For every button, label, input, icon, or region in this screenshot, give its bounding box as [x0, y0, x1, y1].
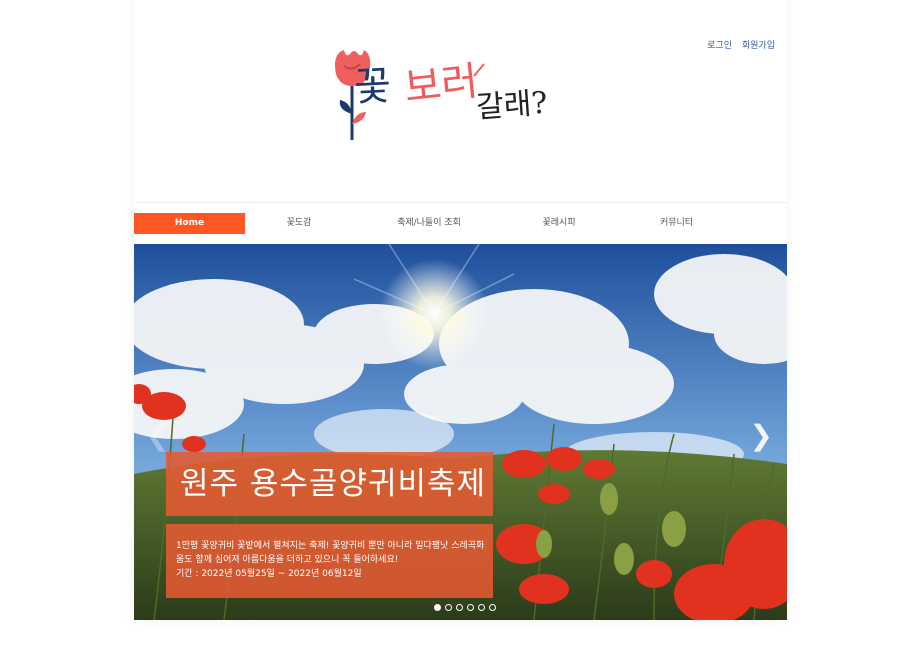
carousel-dot[interactable]: [434, 604, 441, 611]
hero-carousel: ❮ ❯ 원주 용수골양귀비축제 1만평 꽃양귀비 꽃밭에서 펼쳐지는 축제! 꽃…: [134, 244, 787, 620]
carousel-dot[interactable]: [456, 604, 463, 611]
nav-festival-search[interactable]: 축제/나들이 조회: [379, 213, 479, 234]
site-logo[interactable]: 꽃 보러 갈래?: [324, 44, 574, 154]
next-slide-button[interactable]: ❯: [750, 419, 773, 452]
carousel-dot[interactable]: [478, 604, 485, 611]
logo-text-flower: 꽃: [353, 63, 393, 111]
carousel-indicators: [434, 604, 496, 614]
prev-slide-button[interactable]: ❮: [146, 419, 169, 452]
carousel-dot[interactable]: [467, 604, 474, 611]
site-header: 로그인 회원가입 꽃 보러 갈래?: [134, 0, 787, 202]
nav-flower-recipe[interactable]: 꽃레시피: [524, 213, 594, 234]
slide-description-line-1: 1만평 꽃양귀비 꽃밭에서 펼쳐지는 축제! 꽃양귀비 뿐만 아니라 밀다팽낫 …: [176, 541, 485, 551]
slide-period: 기간 : 2022년 05월25일 ~ 2022년 06월12일: [176, 569, 362, 579]
carousel-dot[interactable]: [445, 604, 452, 611]
nav-home[interactable]: Home: [134, 213, 245, 234]
slide-description: 1만평 꽃양귀비 꽃밭에서 펼쳐지는 축제! 꽃양귀비 뿐만 아니라 밀다팽낫 …: [166, 524, 493, 598]
logo-text-see: 보러: [402, 58, 481, 112]
login-link[interactable]: 로그인: [707, 41, 732, 51]
main-nav: Home 꽃도감 축제/나들이 조회 꽃레시피 커뮤니티: [134, 202, 787, 243]
nav-community[interactable]: 커뮤니티: [639, 213, 714, 234]
slide-title: 원주 용수골양귀비축제: [166, 452, 493, 516]
nav-flower-guide[interactable]: 꽃도감: [264, 213, 334, 234]
auth-links: 로그인 회원가입: [700, 38, 775, 51]
sparkle-icon: [473, 63, 485, 77]
logo-text-go: 갈래?: [475, 85, 549, 126]
signup-link[interactable]: 회원가입: [742, 41, 775, 51]
carousel-dot[interactable]: [489, 604, 496, 611]
page-container: 로그인 회원가입 꽃 보러 갈래? Home 꽃도감 축제/나들이 조회 꽃레시…: [134, 0, 787, 620]
slide-description-line-2: 움도 함께 심어져 아름다움을 더하고 있으니 꼭 들어하세요!: [176, 555, 399, 565]
